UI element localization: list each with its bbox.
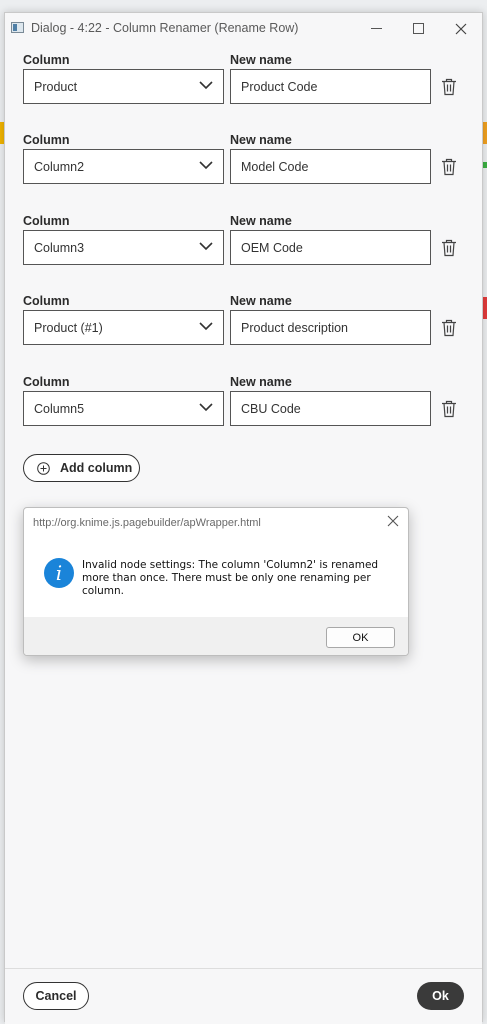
chevron-down-icon — [199, 161, 213, 170]
alert-button-bar: OK — [24, 617, 408, 655]
cancel-button[interactable]: Cancel — [23, 982, 89, 1010]
trash-icon[interactable] — [441, 400, 457, 418]
close-icon[interactable] — [386, 514, 400, 528]
minimize-button[interactable] — [354, 13, 398, 44]
new-name-label: New name — [230, 294, 292, 308]
new-name-value: CBU Code — [241, 401, 301, 416]
rename-row: Column New name Product Product Code — [23, 53, 463, 129]
rename-row: Column New name Column2 Model Code — [23, 133, 463, 209]
rename-row: Column New name Column3 OEM Code — [23, 214, 463, 290]
new-name-input[interactable]: Product description — [230, 310, 431, 345]
new-name-label: New name — [230, 133, 292, 147]
chevron-down-icon — [199, 242, 213, 251]
alert-message: Invalid node settings: The column 'Colum… — [82, 559, 379, 597]
trash-icon[interactable] — [441, 158, 457, 176]
chevron-down-icon — [199, 403, 213, 412]
add-column-label: Add column — [60, 461, 133, 475]
new-name-input[interactable]: CBU Code — [230, 391, 431, 426]
new-name-label: New name — [230, 214, 292, 228]
app-window-icon — [11, 22, 24, 33]
new-name-label: New name — [230, 375, 292, 389]
column-select[interactable]: Product (#1) — [23, 310, 224, 345]
column-select[interactable]: Column5 — [23, 391, 224, 426]
column-select-value: Column3 — [34, 240, 85, 255]
chevron-down-icon — [199, 322, 213, 331]
new-name-input[interactable]: Product Code — [230, 69, 431, 104]
new-name-value: Product Code — [241, 79, 318, 94]
window-title: Dialog - 4:22 - Column Renamer (Rename R… — [31, 21, 299, 35]
rename-row: Column New name Product (#1) Product des… — [23, 294, 463, 370]
column-label: Column — [23, 294, 70, 308]
new-name-value: Product description — [241, 320, 349, 335]
new-name-value: OEM Code — [241, 240, 303, 255]
column-select[interactable]: Column3 — [23, 230, 224, 265]
column-select-value: Column2 — [34, 159, 85, 174]
plus-circle-icon — [37, 461, 50, 475]
maximize-icon — [412, 23, 424, 34]
trash-icon[interactable] — [441, 78, 457, 96]
maximize-button[interactable] — [396, 13, 440, 44]
column-select-value: Product (#1) — [34, 320, 103, 335]
add-column-button[interactable]: Add column — [23, 454, 140, 482]
chevron-down-icon — [199, 81, 213, 90]
column-label: Column — [23, 375, 70, 389]
column-label: Column — [23, 214, 70, 228]
dialog-content: Column New name Product Product Code Col… — [5, 44, 482, 964]
new-name-value: Model Code — [241, 159, 309, 174]
new-name-input[interactable]: OEM Code — [230, 230, 431, 265]
column-select-value: Product — [34, 79, 78, 94]
minimize-icon — [370, 28, 382, 29]
column-select[interactable]: Column2 — [23, 149, 224, 184]
new-name-input[interactable]: Model Code — [230, 149, 431, 184]
alert-dialog: http://org.knime.js.pagebuilder/apWrappe… — [23, 507, 409, 656]
column-select[interactable]: Product — [23, 69, 224, 104]
alert-title: http://org.knime.js.pagebuilder/apWrappe… — [33, 517, 261, 529]
trash-icon[interactable] — [441, 319, 457, 337]
close-icon — [455, 23, 467, 34]
new-name-label: New name — [230, 53, 292, 67]
close-window-button[interactable] — [439, 13, 483, 44]
column-select-value: Column5 — [34, 401, 85, 416]
title-bar[interactable]: Dialog - 4:22 - Column Renamer (Rename R… — [5, 13, 482, 44]
rename-row: Column New name Column5 CBU Code — [23, 375, 463, 451]
alert-ok-button[interactable]: OK — [326, 627, 395, 648]
column-label: Column — [23, 53, 70, 67]
info-icon: i — [44, 558, 74, 588]
column-label: Column — [23, 133, 70, 147]
trash-icon[interactable] — [441, 239, 457, 257]
dialog-footer: Cancel Ok — [5, 968, 482, 1024]
ok-button[interactable]: Ok — [417, 982, 464, 1010]
